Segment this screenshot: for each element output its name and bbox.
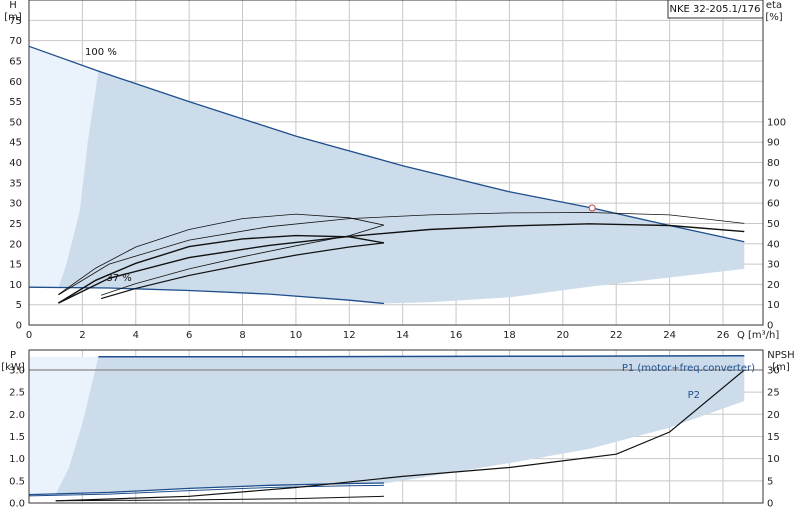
bottom-right-axis-name: NPSH — [767, 350, 794, 361]
top-left-tick-11: 55 — [9, 97, 22, 108]
speed-annotation-1: 37 % — [106, 273, 131, 284]
top-left-tick-12: 60 — [9, 77, 22, 88]
top-left-tick-2: 10 — [9, 280, 22, 291]
top-left-tick-6: 30 — [9, 199, 22, 210]
top-left-tick-3: 15 — [9, 260, 22, 271]
bottom-right-axis-unit: [m] — [772, 362, 790, 373]
top-left-tick-14: 70 — [9, 36, 22, 47]
top-right-tick-4: 40 — [767, 239, 780, 250]
x-tick-0: 0 — [26, 330, 32, 341]
x-tick-13: 26 — [717, 330, 730, 341]
top-right-tick-1: 10 — [767, 300, 780, 311]
top-right-tick-3: 30 — [767, 260, 780, 271]
legend-p1: P1 (motor+freq.converter) — [622, 363, 755, 374]
duty-point-marker — [588, 204, 596, 212]
top-right-tick-5: 50 — [767, 219, 780, 230]
top-right-tick-10: 100 — [767, 117, 786, 128]
top-left-tick-4: 20 — [9, 239, 22, 250]
top-left-tick-7: 35 — [9, 178, 22, 189]
bottom-right-tick-0: 0 — [767, 499, 773, 510]
bottom-left-tick-4: 2.0 — [9, 410, 25, 421]
top-left-tick-9: 45 — [9, 138, 22, 149]
top-left-tick-10: 50 — [9, 117, 22, 128]
bottom-left-axis-unit: [kW] — [1, 362, 25, 373]
x-tick-8: 16 — [450, 330, 463, 341]
model-label: NKE 32-205.1/176 — [670, 4, 761, 15]
bottom-left-axis-name: P — [10, 350, 16, 361]
legend-p2: P2 — [688, 390, 700, 401]
x-tick-1: 2 — [79, 330, 85, 341]
bottom-left-tick-3: 1.5 — [9, 432, 25, 443]
top-left-axis-name: H — [9, 0, 17, 11]
x-tick-10: 20 — [556, 330, 569, 341]
bottom-right-tick-4: 20 — [767, 410, 780, 421]
bottom-right-tick-2: 10 — [767, 454, 780, 465]
bottom-right-tick-5: 25 — [767, 388, 780, 399]
bottom-right-tick-3: 15 — [767, 432, 780, 443]
bottom-left-tick-0: 0.0 — [9, 499, 25, 510]
top-left-tick-0: 0 — [16, 321, 22, 332]
top-right-axis-unit: [%] — [765, 12, 782, 23]
x-tick-2: 4 — [133, 330, 139, 341]
bottom-left-tick-2: 1.0 — [9, 454, 25, 465]
top-left-axis-unit: [m] — [4, 12, 22, 23]
x-tick-9: 18 — [503, 330, 516, 341]
top-right-tick-8: 80 — [767, 158, 780, 169]
x-tick-3: 6 — [186, 330, 192, 341]
x-tick-7: 14 — [396, 330, 409, 341]
top-right-tick-9: 90 — [767, 138, 780, 149]
bottom-left-tick-5: 2.5 — [9, 388, 25, 399]
speed-annotation-0: 100 % — [85, 47, 117, 58]
top-left-tick-5: 25 — [9, 219, 22, 230]
x-tick-5: 10 — [290, 330, 303, 341]
top-left-tick-8: 40 — [9, 158, 22, 169]
x-tick-12: 24 — [663, 330, 676, 341]
pump-curve-chart: 0510152025303540455055606570750102030405… — [1, 0, 795, 510]
top-right-tick-2: 20 — [767, 280, 780, 291]
x-tick-4: 8 — [239, 330, 245, 341]
top-left-tick-1: 5 — [16, 300, 22, 311]
top-left-tick-13: 65 — [9, 56, 22, 67]
top-right-tick-6: 60 — [767, 199, 780, 210]
top-right-tick-7: 70 — [767, 178, 780, 189]
bottom-right-tick-1: 5 — [767, 476, 773, 487]
top-right-axis-name: eta — [766, 0, 782, 11]
bottom-left-tick-1: 0.5 — [9, 476, 25, 487]
x-tick-11: 22 — [610, 330, 623, 341]
x-tick-6: 12 — [343, 330, 356, 341]
x-axis-label: Q [m³/h] — [737, 330, 779, 341]
